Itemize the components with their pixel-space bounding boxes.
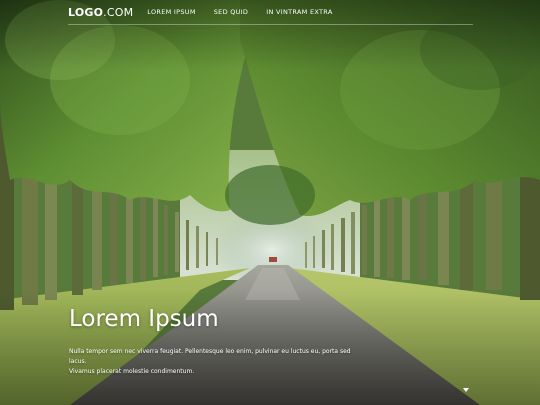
nav-link-in-vintram-extra[interactable]: IN VINTRAM EXTRA [266, 8, 332, 16]
nav-link-sed-quid[interactable]: SED QUID [214, 8, 249, 16]
hero-background-image [0, 0, 540, 405]
site-logo[interactable]: LOGO.COM [68, 6, 133, 19]
hero-description: Nulla tempor sem nec viverra feugiat. Pe… [69, 347, 369, 377]
logo-suffix-text: .COM [103, 5, 134, 19]
hero-title: Lorem Ipsum [69, 306, 219, 332]
top-navigation-bar: LOGO.COM LOREM IPSUM SED QUID IN VINTRAM… [68, 0, 473, 25]
nav-link-lorem-ipsum[interactable]: LOREM IPSUM [147, 8, 195, 16]
chevron-down-icon [463, 388, 469, 392]
hero-description-line-2: Vivamus placerat molestie condimentum. [69, 368, 195, 375]
hero-description-line-1: Nulla tempor sem nec viverra feugiat. Pe… [69, 348, 351, 365]
main-nav: LOREM IPSUM SED QUID IN VINTRAM EXTRA [147, 8, 332, 16]
logo-bold-text: LOGO [68, 5, 104, 19]
hero-section: LOGO.COM LOREM IPSUM SED QUID IN VINTRAM… [0, 0, 540, 405]
scroll-down-button[interactable] [462, 386, 470, 394]
